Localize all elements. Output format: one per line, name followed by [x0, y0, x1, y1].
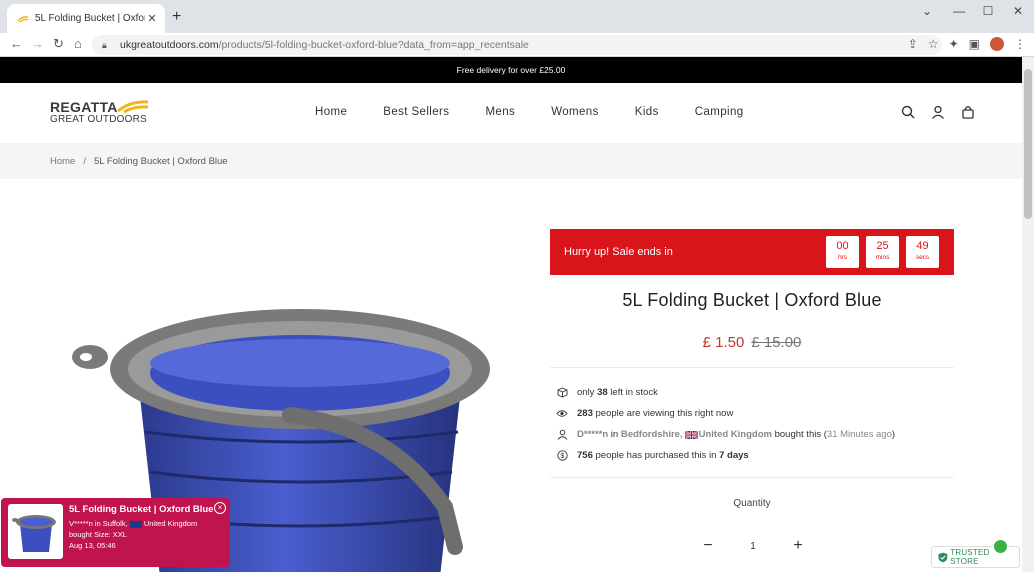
breadcrumb-current: 5L Folding Bucket | Oxford Blue — [93, 155, 228, 167]
site-header: REGATTA GREAT OUTDOORS Home Best Sellers… — [0, 83, 1022, 143]
trusted-store-label: TRUSTED STORE — [950, 548, 990, 566]
sale-countdown-banner: Hurry up! Sale ends in 00 hrs 25 mins 49 se… — [550, 229, 954, 275]
box-icon — [556, 387, 568, 399]
shield-check-icon — [938, 552, 948, 562]
price-current: £ 1.50 — [702, 334, 745, 351]
menu-kebab-icon[interactable]: ⋮ — [1014, 37, 1026, 51]
logo-line2: GREAT OUTDOORS — [50, 114, 147, 125]
user-icon — [556, 429, 568, 441]
cart-bag-icon[interactable] — [961, 105, 975, 119]
browser-tab[interactable]: 5L Folding Bucket | Oxford Blue ✕ — [7, 4, 165, 33]
lock-icon: 🔒︎ — [102, 39, 107, 50]
scrollbar-thumb[interactable] — [1024, 69, 1032, 219]
forward-icon[interactable]: → — [31, 36, 44, 51]
new-tab-button[interactable]: + — [172, 8, 181, 26]
price-original: £ 15.00 — [751, 334, 802, 351]
maximize-button[interactable]: ☐ — [973, 4, 1003, 18]
web-page: Free delivery for over £25.00 REGATTA GR… — [0, 57, 1022, 572]
chat-widget-icon[interactable] — [992, 538, 1009, 555]
url-path: /products/5l-folding-bucket-oxford-blue?… — [218, 39, 529, 51]
url-domain: ukgreatoutdoors.com — [120, 39, 219, 51]
quantity-decrease-button[interactable]: − — [698, 537, 718, 555]
main-nav: Home Best Sellers Mens Womens Kids Campi… — [315, 106, 780, 118]
tab-title: 5L Folding Bucket | Oxford Blue — [35, 13, 145, 24]
popup-buyer-line: V*****n in Suffolk, United Kingdom — [69, 519, 198, 528]
tab-close-icon[interactable]: ✕ — [145, 12, 159, 25]
nav-home[interactable]: Home — [315, 106, 347, 118]
product-price: £ 1.50 £ 15.00 — [550, 334, 954, 351]
announcement-bar: Free delivery for over £25.00 — [0, 57, 1022, 83]
account-icon[interactable] — [931, 105, 945, 119]
profile-avatar[interactable] — [990, 37, 1004, 51]
recent-buyer-row: D*****n in Bedfordshire, United Kingdom … — [556, 424, 895, 445]
nav-best-sellers[interactable]: Best Sellers — [383, 106, 449, 118]
logo-swoosh-icon — [117, 100, 149, 113]
viewing-row: 283 people are viewing this right now — [556, 403, 895, 424]
popup-size-line: bought Size: XXL — [69, 530, 127, 539]
countdown-timer: 00 hrs 25 mins 49 secs — [826, 236, 939, 268]
share-icon[interactable]: ⇪ — [908, 37, 918, 51]
nav-camping[interactable]: Camping — [695, 106, 744, 118]
nav-mens[interactable]: Mens — [485, 106, 515, 118]
page-scrollbar[interactable] — [1022, 57, 1034, 572]
extensions-icon[interactable]: ✦ — [949, 37, 959, 51]
dollar-circle-icon: $ — [556, 450, 568, 462]
quantity-label: Quantity — [733, 498, 771, 509]
product-info-list: only 38 left in stock 283 people are vie… — [556, 382, 895, 466]
site-logo[interactable]: REGATTA GREAT OUTDOORS — [50, 99, 160, 129]
breadcrumb-home[interactable]: Home — [50, 156, 75, 167]
divider — [550, 477, 954, 478]
svg-text:$: $ — [560, 453, 564, 460]
back-icon[interactable]: ← — [10, 36, 23, 51]
product-title: 5L Folding Bucket | Oxford Blue — [622, 290, 882, 310]
quantity-increase-button[interactable]: + — [788, 537, 808, 555]
reload-icon[interactable]: ↻ — [53, 36, 64, 52]
countdown-hours: 00 hrs — [826, 236, 859, 268]
url-input[interactable]: 🔒︎ ukgreatoutdoors.com/products/5l-foldi… — [92, 35, 942, 55]
breadcrumb: Home / 5L Folding Bucket | Oxford Blue — [0, 143, 1022, 179]
nav-kids[interactable]: Kids — [635, 106, 659, 118]
quantity-stepper: − 1 + — [698, 537, 808, 555]
eye-icon — [556, 408, 568, 420]
popup-date-line: Aug 13, 05:46 — [69, 541, 116, 550]
stock-row: only 38 left in stock — [556, 382, 895, 403]
popup-product-thumbnail — [8, 504, 63, 559]
close-window-button[interactable]: ✕ — [1003, 4, 1033, 18]
trusted-store-badge[interactable]: TRUSTED STORE — [931, 538, 1020, 568]
recent-sale-popup[interactable]: 5L Folding Bucket | Oxford Blue V*****n … — [1, 498, 230, 567]
nav-womens[interactable]: Womens — [551, 106, 599, 118]
home-icon[interactable]: ⌂ — [74, 36, 82, 51]
uk-flag-icon — [129, 520, 142, 528]
site-favicon-icon — [17, 13, 29, 25]
search-icon[interactable] — [901, 105, 915, 119]
purchased-row: $ 756 people has purchased this in 7 day… — [556, 445, 895, 466]
bookmark-star-icon[interactable]: ☆ — [928, 37, 939, 51]
sale-text: Hurry up! Sale ends in — [564, 246, 673, 258]
divider — [550, 367, 954, 368]
countdown-secs: 49 secs — [906, 236, 939, 268]
countdown-mins: 25 mins — [866, 236, 899, 268]
breadcrumb-separator: / — [83, 155, 86, 167]
sidepanel-icon[interactable]: ▣ — [969, 37, 980, 51]
browser-tabbar: 5L Folding Bucket | Oxford Blue ✕ + ⌄ — … — [0, 0, 1034, 33]
popup-close-icon[interactable]: × — [214, 502, 226, 514]
uk-flag-icon — [684, 430, 698, 439]
quantity-input[interactable]: 1 — [750, 541, 756, 552]
minimize-button[interactable]: — — [944, 4, 974, 18]
address-bar-row: ← → ↻ ⌂ 🔒︎ ukgreatoutdoors.com/products/… — [0, 33, 1034, 57]
tab-search-icon[interactable]: ⌄ — [912, 4, 942, 18]
popup-title[interactable]: 5L Folding Bucket | Oxford Blue — [69, 504, 223, 515]
